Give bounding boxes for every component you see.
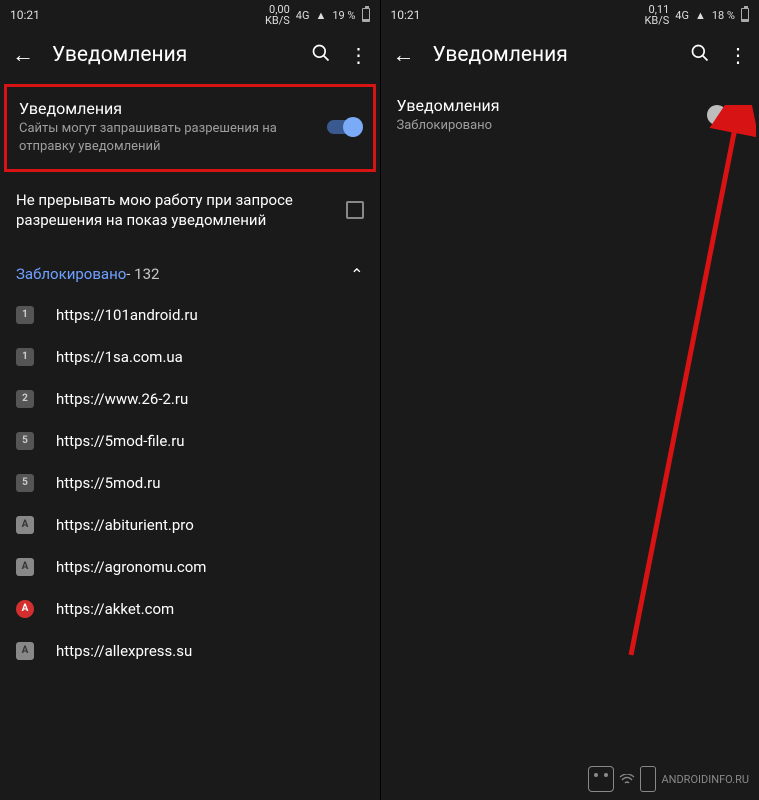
more-icon[interactable]: ⋮: [728, 43, 747, 67]
page-title: Уведомления: [52, 43, 293, 67]
status-right: 0,00KB/S 4G ▲ 19 %: [265, 4, 370, 26]
notifications-toggle-row[interactable]: Уведомления Заблокировано: [381, 82, 759, 151]
back-icon[interactable]: ←: [12, 42, 34, 68]
toggle-heading: Уведомления: [397, 96, 698, 115]
site-favicon: 1: [16, 348, 34, 366]
site-row[interactable]: 1 https://1sa.com.ua: [0, 336, 380, 378]
notifications-toggle-row[interactable]: Уведомления Сайты могут запрашивать разр…: [4, 84, 376, 172]
quiet-mode-checkbox[interactable]: [346, 201, 364, 219]
screen-left: 10:21 0,00KB/S 4G ▲ 19 % ← Уведомления ⋮…: [0, 0, 380, 800]
battery-icon: [741, 8, 749, 22]
quiet-mode-row[interactable]: Не прерывать мою работу при запросе разр…: [0, 174, 380, 247]
site-favicon: A: [16, 642, 34, 660]
phone-icon: [640, 766, 656, 792]
site-favicon: A: [16, 600, 34, 618]
blocked-count: - 132: [126, 265, 159, 283]
site-favicon: 1: [16, 306, 34, 324]
back-icon[interactable]: ←: [393, 42, 415, 68]
status-bar: 10:21 0,00KB/S 4G ▲ 19 %: [0, 0, 380, 28]
site-row[interactable]: 5 https://5mod-file.ru: [0, 420, 380, 462]
notifications-switch[interactable]: [327, 120, 361, 134]
status-net: 4G: [675, 9, 689, 22]
sites-list: 1 https://101android.ru 1 https://1sa.com.u…: [0, 294, 380, 672]
site-row[interactable]: 1 https://101android.ru: [0, 294, 380, 336]
robot-icon: [588, 766, 614, 792]
toggle-heading: Уведомления: [19, 99, 315, 118]
site-favicon: 2: [16, 390, 34, 408]
status-net: 4G: [296, 9, 310, 22]
site-row[interactable]: Ahttps://allexpress.su: [0, 630, 380, 672]
toggle-subtitle: Сайты могут запрашивать разрешения на от…: [19, 120, 315, 155]
site-url: https://1sa.com.ua: [56, 348, 183, 366]
site-url: https://akket.com: [56, 600, 174, 618]
watermark: ANDROIDINFO.RU: [588, 766, 749, 792]
watermark-text: ANDROIDINFO.RU: [661, 773, 749, 786]
signal-icon: ▲: [695, 9, 706, 22]
status-speed: 0,00KB/S: [265, 4, 290, 26]
wifi-icon: [619, 774, 635, 784]
site-favicon: A: [16, 516, 34, 534]
page-title: Уведомления: [433, 43, 673, 67]
site-url: https://5mod-file.ru: [56, 432, 185, 450]
signal-icon: ▲: [315, 9, 326, 22]
status-time: 10:21: [391, 8, 421, 22]
toggle-text: Уведомления Сайты могут запрашивать разр…: [19, 99, 315, 155]
status-battery: 19 %: [332, 9, 355, 22]
quiet-mode-label: Не прерывать мою работу при запросе разр…: [16, 190, 332, 231]
site-url: https://www.26-2.ru: [56, 390, 188, 408]
screen-right: 10:21 0,11KB/S 4G ▲ 18 % ← Уведомления ⋮…: [380, 0, 759, 800]
site-url: https://abiturient.pro: [56, 516, 194, 534]
blocked-group-header[interactable]: Заблокировано - 132 ⌃: [0, 247, 380, 294]
site-favicon: 5: [16, 474, 34, 492]
search-icon[interactable]: [311, 43, 331, 68]
battery-icon: [362, 8, 370, 22]
site-favicon: A: [16, 558, 34, 576]
site-row[interactable]: 2 https://www.26-2.ru: [0, 378, 380, 420]
toggle-text: Уведомления Заблокировано: [397, 96, 698, 135]
status-right: 0,11KB/S 4G ▲ 18 %: [644, 4, 749, 26]
status-speed: 0,11KB/S: [644, 4, 669, 26]
chevron-up-icon[interactable]: ⌃: [350, 265, 363, 284]
status-bar: 10:21 0,11KB/S 4G ▲ 18 %: [381, 0, 759, 28]
site-row[interactable]: 5 https://5mod.ru: [0, 462, 380, 504]
site-url: https://101android.ru: [56, 306, 198, 324]
site-url: https://agronomu.com: [56, 558, 206, 576]
blocked-label: Заблокировано: [16, 265, 126, 283]
more-icon[interactable]: ⋮: [349, 43, 368, 67]
site-row[interactable]: Ahttps://agronomu.com: [0, 546, 380, 588]
site-favicon: 5: [16, 432, 34, 450]
site-url: https://allexpress.su: [56, 642, 192, 660]
app-bar: ← Уведомления ⋮: [381, 28, 759, 82]
toggle-subtitle: Заблокировано: [397, 117, 698, 135]
status-battery: 18 %: [712, 9, 735, 22]
search-icon[interactable]: [690, 43, 710, 68]
annotation-arrow: [561, 105, 756, 665]
site-row[interactable]: Ahttps://akket.com: [0, 588, 380, 630]
site-url: https://5mod.ru: [56, 474, 161, 492]
app-bar: ← Уведомления ⋮: [0, 28, 380, 82]
notifications-switch[interactable]: [709, 108, 743, 122]
site-row[interactable]: Ahttps://abiturient.pro: [0, 504, 380, 546]
status-time: 10:21: [10, 8, 40, 22]
